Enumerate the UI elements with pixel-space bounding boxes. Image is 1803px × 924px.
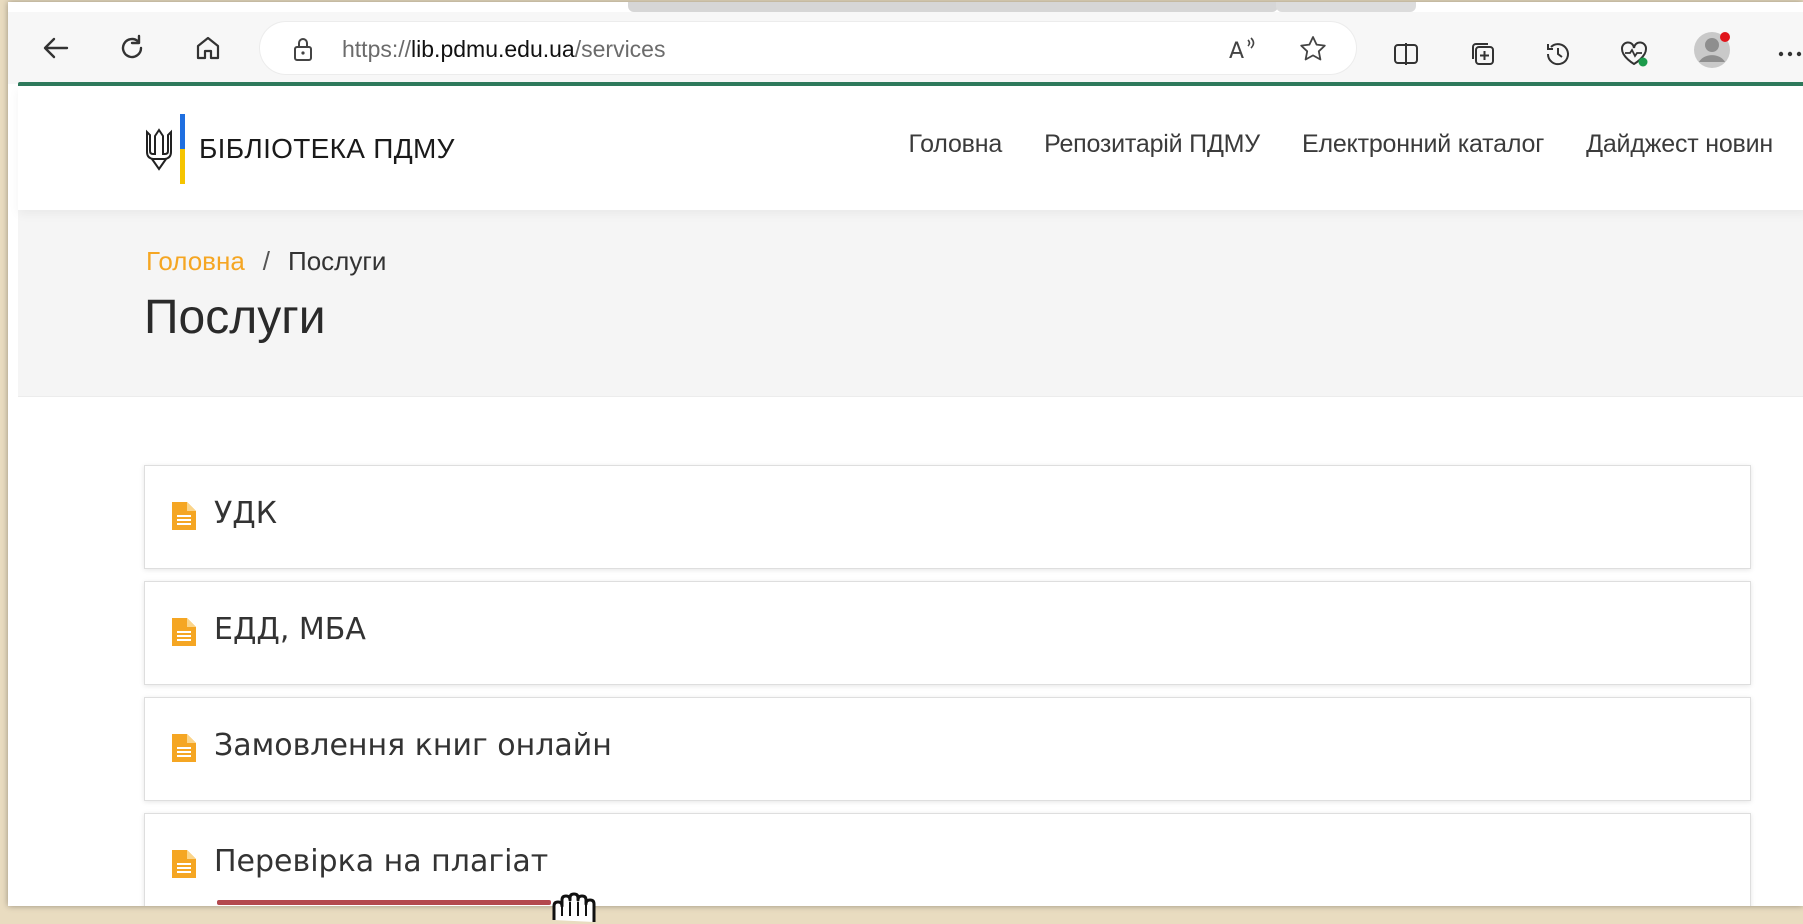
svg-text:A: A (1229, 39, 1244, 64)
breadcrumb-current: Послуги (288, 246, 387, 276)
back-icon[interactable] (36, 28, 76, 68)
more-menu-icon[interactable] (1770, 34, 1803, 74)
service-label: УДК (214, 496, 278, 531)
url-text[interactable]: https://lib.pdmu.edu.ua/services (342, 36, 665, 63)
services-list: УДК ЕДД, МБА Замовлення книг онлайн Пере… (144, 465, 1751, 906)
url-scheme: https:// (342, 36, 412, 62)
url-path: /services (574, 36, 666, 62)
logo-text: БІБЛІОТЕКА ПДМУ (199, 133, 455, 164)
page-title: Послуги (144, 291, 326, 344)
breadcrumb: Головна / Послуги (146, 246, 386, 277)
main-nav: Головна Репозитарій ПДМУ Електронний кат… (908, 130, 1773, 159)
lock-icon[interactable] (286, 32, 320, 66)
service-label: Замовлення книг онлайн (214, 728, 612, 763)
active-tab-edge[interactable] (628, 2, 1278, 12)
document-icon (172, 618, 196, 646)
service-item-edd-mba[interactable]: ЕДД, МБА (144, 581, 1751, 685)
site-logo[interactable]: БІБЛІОТЕКА ПДМУ (144, 114, 455, 184)
read-aloud-icon[interactable]: A (1226, 32, 1260, 66)
split-screen-icon[interactable] (1386, 34, 1426, 74)
home-icon[interactable] (188, 28, 228, 68)
breadcrumb-home-link[interactable]: Головна (146, 246, 245, 276)
collections-icon[interactable] (1463, 34, 1503, 74)
document-icon (172, 502, 196, 530)
service-label: ЕДД, МБА (214, 612, 366, 647)
favorite-star-icon[interactable] (1296, 32, 1330, 66)
address-bar[interactable]: https://lib.pdmu.edu.ua/services A (260, 22, 1356, 74)
refresh-icon[interactable] (112, 28, 152, 68)
service-item-udk[interactable]: УДК (144, 465, 1751, 569)
url-host: lib.pdmu.edu.ua (411, 36, 575, 62)
nav-item-news-digest[interactable]: Дайджест новин (1586, 130, 1773, 159)
history-icon[interactable] (1538, 34, 1578, 74)
highlight-underline (217, 900, 551, 905)
service-item-plagiarism-check[interactable]: Перевірка на плагіат (144, 813, 1751, 906)
page-title-band: Головна / Послуги Послуги (18, 210, 1803, 397)
browser-essentials-icon[interactable] (1614, 34, 1654, 74)
hand-cursor-icon (552, 892, 596, 922)
nav-item-repository[interactable]: Репозитарій ПДМУ (1044, 130, 1260, 159)
inactive-tab-edge[interactable] (1276, 2, 1416, 12)
browser-window: https://lib.pdmu.edu.ua/services A БІБЛІ… (8, 2, 1803, 906)
document-icon (172, 734, 196, 762)
nav-item-home[interactable]: Головна (908, 130, 1002, 159)
trident-icon (146, 128, 172, 171)
service-item-book-order[interactable]: Замовлення книг онлайн (144, 697, 1751, 801)
breadcrumb-separator: / (262, 246, 271, 276)
document-icon (172, 850, 196, 878)
service-label: Перевірка на плагіат (214, 844, 549, 879)
nav-item-catalog[interactable]: Електронний каталог (1302, 130, 1544, 159)
browser-toolbar: https://lib.pdmu.edu.ua/services A (8, 12, 1803, 84)
site-header: БІБЛІОТЕКА ПДМУ Головна Репозитарій ПДМУ… (18, 86, 1803, 210)
ukraine-flag-bar (180, 114, 185, 184)
profile-avatar-icon[interactable] (1692, 30, 1732, 70)
